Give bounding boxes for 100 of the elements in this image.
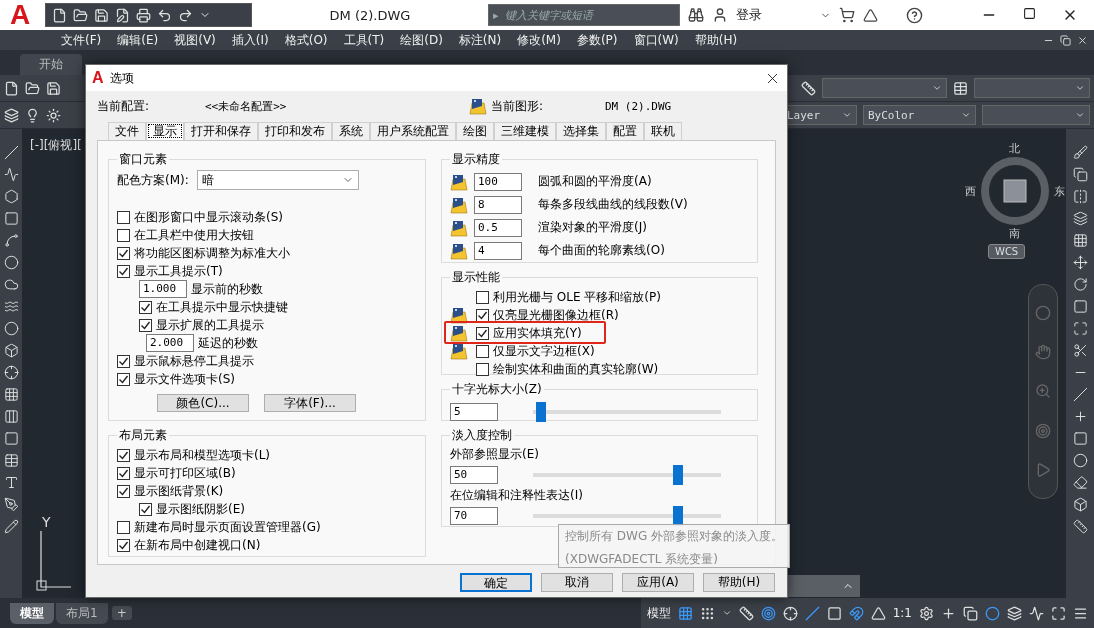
checkbox-label[interactable]: 显示扩展的工具提示 — [156, 316, 264, 334]
checkbox-label[interactable]: 将功能区图标调整为标准大小 — [134, 244, 290, 262]
layers-icon[interactable] — [1007, 605, 1022, 621]
caret-icon[interactable] — [932, 83, 942, 93]
settings-icon[interactable] — [919, 605, 934, 621]
number-field[interactable]: 5 — [450, 403, 498, 421]
checkbox[interactable] — [117, 520, 130, 534]
eraser-icon[interactable] — [1072, 475, 1088, 490]
tab[interactable]: 系统 — [332, 122, 370, 140]
dropdown-field[interactable] — [982, 105, 1090, 125]
checkbox[interactable] — [476, 362, 489, 376]
checkbox-label[interactable]: 应用实体填充(Y) — [493, 324, 582, 342]
fullscreen-icon[interactable] — [1051, 605, 1066, 621]
menu-item[interactable]: 窗口(W) — [625, 31, 687, 49]
number-field[interactable]: 1.000 — [139, 280, 187, 298]
save-icon[interactable] — [46, 80, 61, 96]
caret-icon[interactable] — [842, 110, 852, 120]
line-icon[interactable] — [3, 145, 19, 160]
grid-icon[interactable] — [677, 605, 693, 621]
checkbox-label[interactable]: 显示鼠标悬停工具提示 — [134, 352, 254, 370]
layers-icon[interactable] — [1072, 211, 1088, 226]
slider-thumb[interactable] — [672, 506, 683, 526]
number-field[interactable]: 100 — [474, 172, 522, 191]
table-icon[interactable] — [3, 453, 19, 468]
number-field[interactable]: 2.000 — [146, 334, 194, 352]
folder-icon[interactable] — [25, 80, 40, 96]
sun-icon[interactable] — [46, 107, 61, 123]
rotate-icon[interactable] — [1072, 277, 1088, 292]
arc-icon[interactable] — [3, 233, 19, 248]
menu-item[interactable]: 帮助(H) — [686, 31, 746, 49]
tab[interactable]: 打印和发布 — [258, 122, 332, 140]
search-field[interactable]: ▸ 键入关键字或短语 — [488, 4, 680, 26]
scale-button[interactable]: 1:1 — [892, 606, 912, 620]
dropdown-field[interactable]: ByColor — [863, 105, 976, 125]
checkbox-label[interactable]: 利用光栅与 OLE 平移和缩放(P) — [493, 288, 661, 306]
checkbox-label[interactable]: 显示布局和模型选项卡(L) — [134, 446, 271, 464]
number-field[interactable]: 8 — [474, 195, 522, 214]
checkbox-label[interactable]: 显示文件选项卡(S) — [134, 370, 235, 388]
number-field[interactable]: 50 — [450, 466, 498, 484]
checkbox[interactable] — [117, 228, 130, 242]
polyline-icon[interactable] — [3, 167, 19, 182]
checkbox-label[interactable]: 显示图纸背景(K) — [134, 482, 224, 500]
checkbox[interactable] — [117, 448, 130, 462]
login-link[interactable]: 登录 — [736, 6, 762, 24]
copy-icon[interactable] — [1072, 167, 1088, 182]
slider-thumb[interactable] — [672, 465, 683, 485]
restore-icon[interactable] — [1060, 34, 1071, 46]
ruler-icon[interactable] — [1072, 519, 1088, 534]
caret-icon[interactable] — [1075, 110, 1085, 120]
lightbulb-icon[interactable] — [25, 107, 40, 123]
caret-icon[interactable] — [721, 608, 732, 618]
checkbox-label[interactable]: 在新布局中创建视口(N) — [134, 536, 261, 554]
menu-item[interactable]: 工具(T) — [335, 31, 393, 49]
compass-ring[interactable] — [980, 156, 1050, 226]
tab[interactable]: 文件 — [108, 122, 146, 140]
menu-item[interactable]: 绘图(D) — [392, 31, 451, 49]
checkbox-label[interactable]: 显示可打印区域(B) — [134, 464, 236, 482]
new-file-icon[interactable] — [52, 7, 67, 23]
menu-item[interactable]: 修改(M) — [509, 31, 569, 49]
snap-icon[interactable] — [699, 605, 715, 621]
add-tab-button[interactable]: + — [111, 606, 132, 620]
text-icon[interactable] — [3, 475, 19, 490]
checkbox[interactable] — [117, 354, 130, 368]
checkbox-label[interactable]: 在图形窗口中显示滚动条(S) — [134, 208, 283, 226]
help-icon[interactable] — [906, 6, 923, 24]
app-logo[interactable]: A — [0, 0, 40, 30]
layers-icon[interactable] — [4, 107, 19, 123]
menu-item[interactable]: 视图(V) — [166, 31, 224, 49]
new-file-icon[interactable] — [4, 80, 19, 96]
settings-button[interactable]: 颜色(C)... — [157, 394, 249, 412]
caret-icon[interactable] — [1075, 83, 1085, 93]
checkbox-label[interactable]: 新建布局时显示页面设置管理器(G) — [134, 518, 321, 536]
model-space-button[interactable]: 模型 — [646, 604, 671, 622]
user-icon[interactable] — [712, 7, 728, 23]
circle-icon[interactable] — [985, 605, 1000, 621]
tab[interactable]: 绘图 — [456, 122, 494, 140]
checkbox-label[interactable]: 显示图纸阴影(E) — [156, 500, 245, 518]
undo-icon[interactable] — [157, 7, 172, 23]
dialog-button[interactable]: 取消 — [541, 573, 613, 592]
viewport-label[interactable]: [-][俯视][ — [30, 137, 82, 154]
move-icon[interactable] — [1072, 255, 1088, 270]
checkbox-label[interactable]: 仅显示文字边框(X) — [493, 342, 595, 360]
checkbox[interactable] — [117, 246, 130, 260]
menu-item[interactable]: 插入(I) — [223, 31, 277, 49]
settings-button[interactable]: 字体(F)... — [264, 394, 356, 412]
trim-icon[interactable] — [1072, 343, 1088, 358]
triangle-icon[interactable] — [863, 7, 878, 23]
checkbox[interactable] — [117, 466, 130, 480]
checkbox-label[interactable]: 绘制实体和曲面的真实轮廓(W) — [493, 360, 659, 378]
checkbox[interactable] — [139, 318, 152, 332]
table-icon[interactable] — [953, 80, 968, 96]
number-field[interactable]: 70 — [450, 507, 498, 525]
copy-icon[interactable] — [963, 605, 978, 621]
rectangle-icon[interactable] — [3, 211, 19, 226]
number-field[interactable]: 0.5 — [474, 218, 522, 237]
ucs-dropdown[interactable]: WCS — [988, 244, 1026, 259]
menu-item[interactable]: 标注(N) — [450, 31, 510, 49]
close-icon[interactable] — [1077, 34, 1088, 46]
tab[interactable]: 配置 — [606, 122, 644, 140]
compass-label[interactable]: 南 — [1009, 226, 1020, 241]
